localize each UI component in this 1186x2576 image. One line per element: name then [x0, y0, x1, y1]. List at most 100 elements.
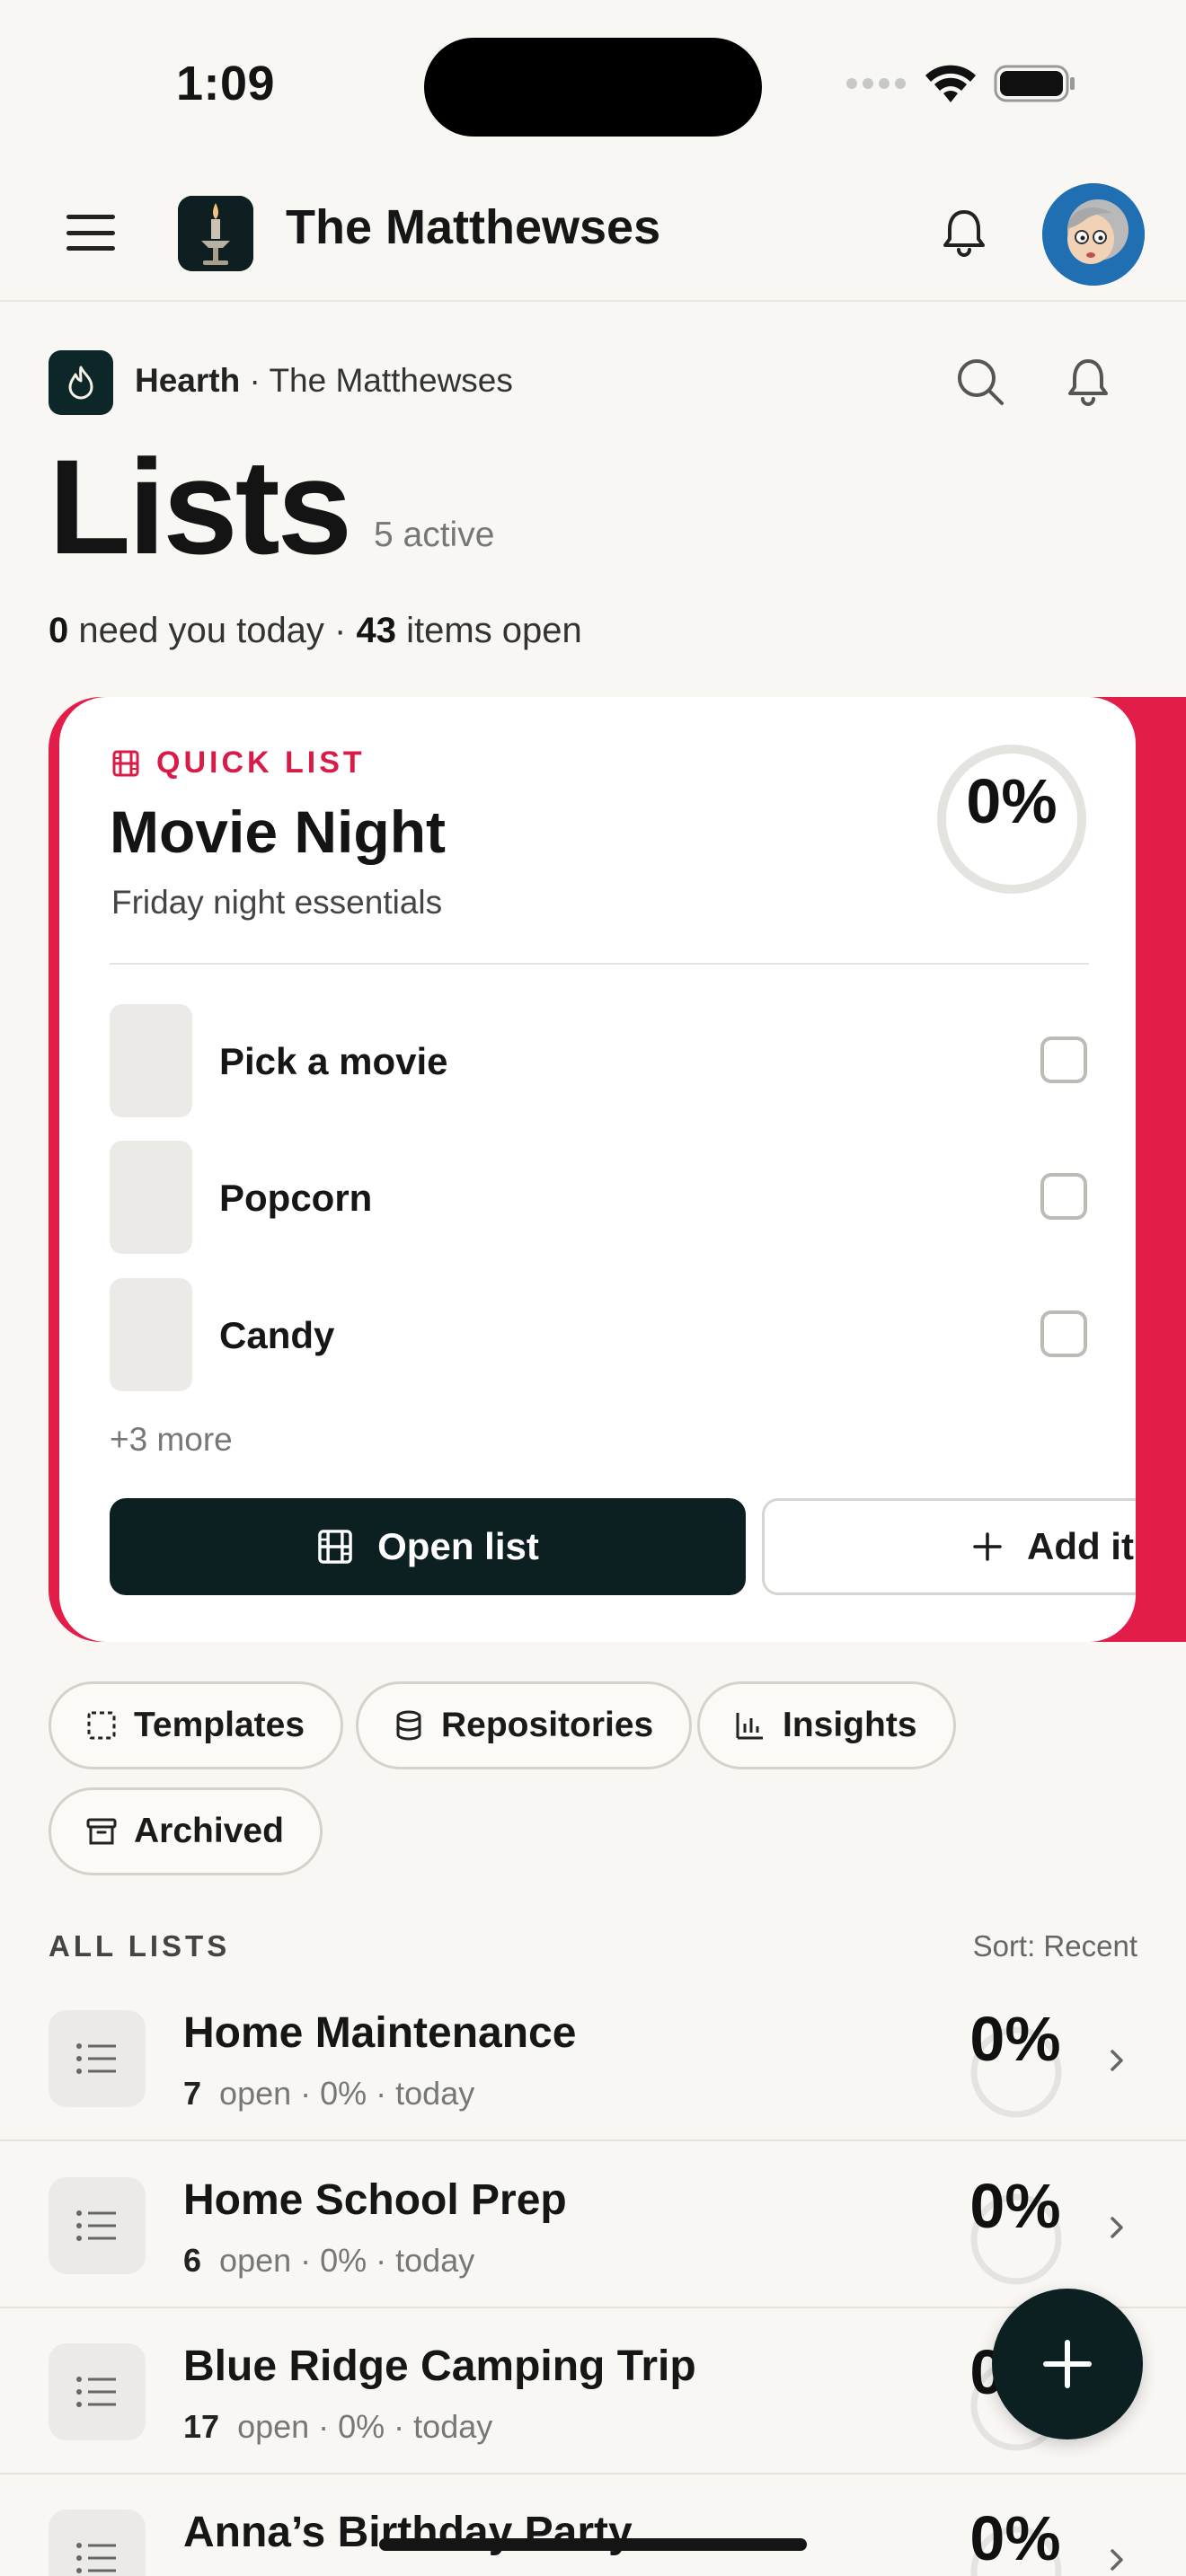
archived-chip[interactable]: Archived — [49, 1787, 323, 1875]
list-icon — [49, 2177, 146, 2274]
quick-list-progress-text: 0% — [966, 766, 1058, 836]
flame-icon — [68, 366, 93, 400]
item-label: Candy — [219, 1314, 335, 1356]
avatar-illustration — [1042, 183, 1145, 286]
film-icon — [112, 750, 139, 776]
item-thumbnail — [110, 1278, 192, 1391]
breadcrumb-brand: Hearth — [135, 362, 241, 399]
open-count: 43 — [356, 611, 397, 650]
chip-label: Archived — [134, 1812, 284, 1850]
list-icon — [49, 2343, 146, 2440]
quick-list-label: QUICK LIST — [111, 745, 366, 781]
plus-icon — [973, 1532, 1002, 1561]
add-item-button[interactable]: Add it — [762, 1498, 1136, 1595]
chip-label: Repositories — [441, 1706, 654, 1744]
list-name: Blue Ridge Camping Trip — [183, 2342, 696, 2390]
header-notifications-button[interactable] — [936, 205, 992, 260]
plus-icon — [1043, 2340, 1092, 2388]
insights-chip[interactable]: Insights — [697, 1681, 956, 1769]
list-icon — [49, 2510, 146, 2576]
household-title: The Matthewses — [286, 200, 661, 254]
candle-icon — [178, 196, 253, 271]
item-thumbnail — [110, 1141, 192, 1254]
templates-chip[interactable]: Templates — [49, 1681, 344, 1769]
breadcrumb-household: The Matthewses — [269, 362, 513, 399]
active-count: 5 active — [374, 516, 495, 554]
breadcrumb-separator: · — [249, 362, 261, 399]
chip-label: Insights — [783, 1706, 917, 1744]
add-list-fab[interactable] — [992, 2289, 1143, 2439]
sort-control[interactable]: Sort: Recent — [973, 1929, 1137, 1963]
page-title: Lists — [49, 431, 352, 582]
open-text: items open — [406, 611, 582, 650]
item-label: Pick a movie — [219, 1040, 448, 1082]
list-percent: 0% — [969, 2503, 1061, 2573]
list-open-count: 17 — [183, 2408, 220, 2445]
open-list-label: Open list — [377, 1525, 539, 1567]
list-meta-text: open · 0% · today — [219, 2075, 475, 2112]
list-name: Home School Prep — [183, 2176, 567, 2224]
list-meta: 17 open · 0% · today — [183, 2408, 492, 2446]
repositories-chip[interactable]: Repositories — [356, 1681, 693, 1769]
open-list-button[interactable]: Open list — [110, 1498, 746, 1595]
quick-list-item[interactable]: Candy — [110, 1278, 1089, 1391]
list-icon — [49, 2010, 146, 2107]
list-name: Home Maintenance — [183, 2009, 577, 2057]
hearth-logo — [49, 350, 113, 415]
dynamic-island — [424, 38, 762, 137]
list-percent: 0% — [969, 2004, 1061, 2074]
add-item-label: Add it — [1027, 1525, 1134, 1567]
battery-icon — [994, 65, 1075, 102]
need-text: need you today · — [78, 611, 347, 650]
chevron-right-icon — [1111, 2217, 1123, 2238]
film-icon — [318, 1530, 352, 1564]
chip-label: Templates — [134, 1706, 305, 1744]
signal-icon — [846, 78, 906, 89]
status-time: 1:09 — [176, 57, 276, 110]
card-divider — [110, 963, 1089, 965]
template-icon — [87, 1711, 116, 1740]
list-row[interactable]: Anna’s Birthday Party 0% — [0, 2475, 1186, 2576]
bell-icon — [943, 210, 985, 257]
quick-list-label-text: QUICK LIST — [156, 745, 366, 780]
list-meta: 7 open · 0% · today — [183, 2075, 474, 2113]
list-meta-text: open · 0% · today — [219, 2242, 475, 2279]
quick-list-item[interactable]: Pick a movie — [110, 1004, 1089, 1117]
list-meta-text: open · 0% · today — [237, 2408, 493, 2445]
search-button[interactable] — [952, 354, 1008, 410]
list-open-count: 7 — [183, 2075, 202, 2112]
household-logo[interactable] — [178, 196, 253, 271]
breadcrumb: Hearth · The Matthewses — [135, 362, 513, 400]
add-item-button-clip: Add it — [762, 1498, 1136, 1597]
notifications-button[interactable] — [1060, 354, 1116, 410]
menu-icon — [66, 215, 115, 219]
quick-list-subtitle: Friday night essentials — [111, 884, 443, 921]
item-checkbox[interactable] — [1040, 1173, 1087, 1220]
chevron-right-icon — [1111, 2050, 1123, 2071]
chevron-right-icon — [1111, 2549, 1123, 2571]
archive-icon — [86, 1818, 117, 1845]
bar-chart-icon — [736, 1713, 763, 1740]
item-checkbox[interactable] — [1040, 1037, 1087, 1083]
menu-button[interactable] — [66, 212, 115, 253]
item-checkbox[interactable] — [1040, 1310, 1087, 1357]
quick-list-item[interactable]: Popcorn — [110, 1141, 1089, 1254]
home-indicator — [379, 2538, 807, 2551]
all-lists-heading: ALL LISTS — [49, 1929, 231, 1963]
list-percent: 0% — [969, 2171, 1061, 2241]
more-items-link[interactable]: +3 more — [110, 1421, 233, 1459]
list-row[interactable]: Home School Prep 6 open · 0% · today 0% — [0, 2143, 1186, 2308]
database-icon — [396, 1710, 421, 1741]
need-count: 0 — [49, 611, 69, 650]
item-thumbnail — [110, 1004, 192, 1117]
item-label: Popcorn — [219, 1177, 373, 1219]
list-open-count: 6 — [183, 2242, 202, 2279]
bell-icon — [1068, 359, 1108, 406]
user-avatar[interactable] — [1042, 183, 1145, 286]
summary-line: 0 need you today · 43 items open — [49, 611, 582, 651]
wifi-icon — [925, 65, 976, 102]
quick-list-title: Movie Night — [110, 798, 446, 865]
list-row[interactable]: Home Maintenance 7 open · 0% · today 0% — [0, 1976, 1186, 2141]
search-icon — [958, 359, 1004, 405]
list-meta: 6 open · 0% · today — [183, 2242, 474, 2280]
